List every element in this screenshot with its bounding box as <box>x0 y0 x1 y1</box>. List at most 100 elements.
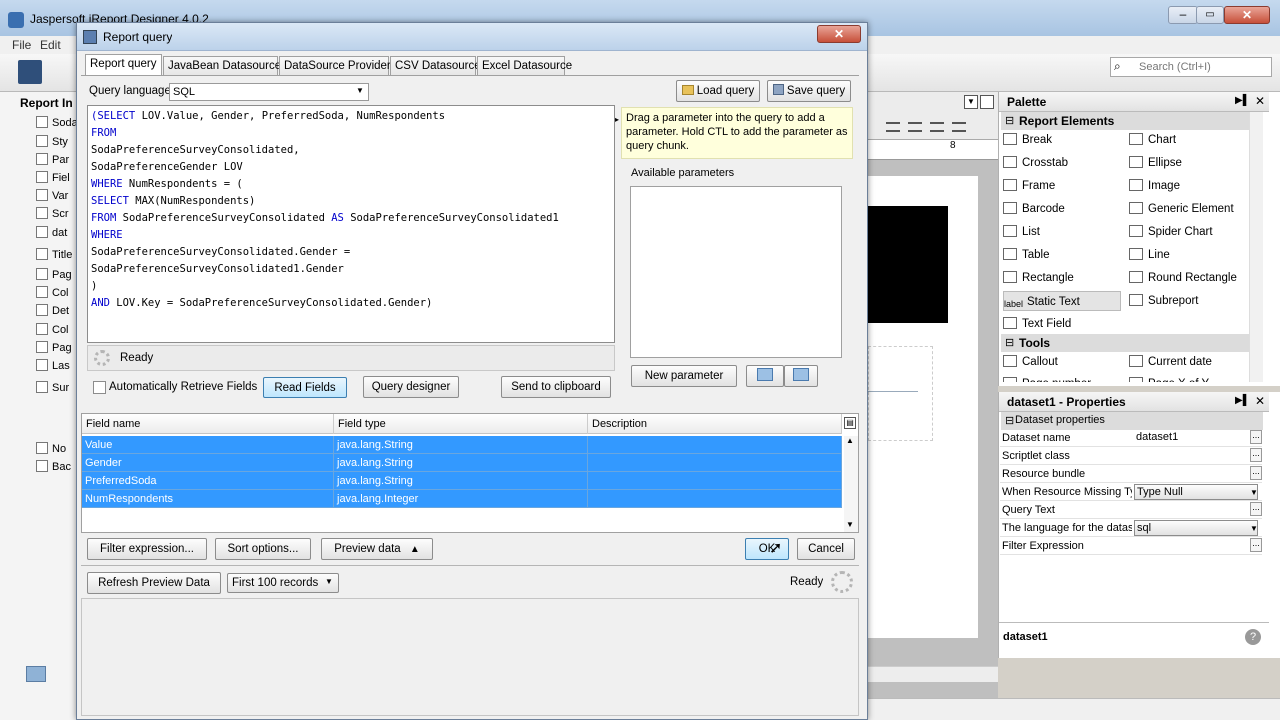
property-value[interactable] <box>1134 538 1246 554</box>
tree-item[interactable]: Scr <box>12 205 69 223</box>
tree-item[interactable]: Fiel <box>12 169 70 187</box>
palette-item[interactable]: Text Field <box>1003 314 1121 334</box>
help-icon[interactable]: ? <box>1245 629 1261 645</box>
ellipsis-button[interactable]: ... <box>1250 430 1262 444</box>
align-justify-icon[interactable] <box>952 122 966 132</box>
palette-item[interactable]: Crosstab <box>1003 153 1121 173</box>
property-value[interactable]: dataset1 <box>1134 430 1246 446</box>
palette-item[interactable]: Barcode <box>1003 199 1121 219</box>
table-row[interactable]: NumRespondents java.lang.Integer <box>82 490 842 508</box>
minimize-button[interactable]: – <box>1168 6 1198 24</box>
tab-1[interactable]: JavaBean Datasource <box>163 56 281 76</box>
property-value[interactable] <box>1134 448 1246 464</box>
remove-parameter-button[interactable] <box>784 365 818 387</box>
palette-tools-header[interactable]: ⊟ Tools <box>1001 334 1249 352</box>
property-row[interactable]: Resource bundle... <box>1000 465 1262 483</box>
palette-item[interactable]: Break <box>1003 130 1121 150</box>
fields-scrollbar[interactable]: ▲ ▼ <box>844 436 858 532</box>
column-description[interactable]: Description <box>588 414 842 434</box>
new-parameter-button[interactable]: New parameter <box>631 365 737 387</box>
query-designer-button[interactable]: Query designer <box>363 376 459 398</box>
app-close-button[interactable]: ✕ <box>1224 6 1270 24</box>
tree-item[interactable]: Pag <box>12 266 72 284</box>
palette-item[interactable]: label Static Text <box>1003 291 1121 311</box>
palette-item[interactable]: Spider Chart <box>1129 222 1247 242</box>
palette-tool[interactable]: Callout <box>1003 352 1121 372</box>
palette-section-header[interactable]: ⊟ Report Elements <box>1001 112 1249 130</box>
palette-tool[interactable]: Page X of Y <box>1129 374 1247 382</box>
property-value[interactable]: sql <box>1134 520 1258 536</box>
menu-edit[interactable]: Edit <box>40 38 61 52</box>
tab-3[interactable]: CSV Datasource <box>390 56 481 76</box>
ellipsis-button[interactable]: ... <box>1250 502 1262 516</box>
tree-item[interactable]: Sty <box>12 133 68 151</box>
palette-close-icon[interactable]: ✕ <box>1255 94 1265 108</box>
palette-tool[interactable]: Current date <box>1129 352 1247 372</box>
ellipsis-button[interactable]: ... <box>1250 448 1262 462</box>
property-value[interactable] <box>1134 502 1246 518</box>
tree-item[interactable]: Bac <box>12 458 71 476</box>
palette-item[interactable]: Generic Element <box>1129 199 1247 219</box>
view-icon[interactable]: ▼ <box>964 95 978 109</box>
property-value[interactable]: Type Null <box>1134 484 1258 500</box>
palette-item[interactable]: Table <box>1003 245 1121 265</box>
align-left-icon[interactable] <box>886 122 900 132</box>
preview-data-button[interactable]: Preview data ▲ <box>321 538 433 560</box>
black-element[interactable] <box>868 206 948 323</box>
align-center-icon[interactable] <box>908 122 922 132</box>
property-row[interactable]: Dataset name dataset1... <box>1000 429 1262 447</box>
ellipsis-button[interactable]: ... <box>1250 466 1262 480</box>
inspector-action-icon[interactable] <box>26 666 46 682</box>
property-row[interactable]: Query Text... <box>1000 501 1262 519</box>
column-field-name[interactable]: Field name <box>82 414 334 434</box>
tree-item[interactable]: dat <box>12 224 67 242</box>
maximize-button[interactable]: ▭ <box>1196 6 1224 24</box>
palette-minimize-icon[interactable]: ▶▌ <box>1235 95 1250 106</box>
table-row[interactable]: PreferredSoda java.lang.String <box>82 472 842 490</box>
refresh-preview-button[interactable]: Refresh Preview Data <box>87 572 221 594</box>
property-value[interactable] <box>1134 466 1246 482</box>
palette-item[interactable]: Frame <box>1003 176 1121 196</box>
property-row[interactable]: Scriptlet class... <box>1000 447 1262 465</box>
cancel-button[interactable]: Cancel <box>797 538 855 560</box>
band-element[interactable] <box>868 346 933 441</box>
menu-file[interactable]: File <box>12 38 31 52</box>
ellipsis-button[interactable]: ... <box>1250 538 1262 552</box>
column-chooser-icon[interactable]: ▤ <box>844 417 856 429</box>
save-query-button[interactable]: Save query <box>767 80 851 102</box>
search-box[interactable]: ⌕ Search (Ctrl+I) <box>1110 57 1272 77</box>
tree-item[interactable]: Var <box>12 187 68 205</box>
table-row[interactable]: Gender java.lang.String <box>82 454 842 472</box>
column-field-type[interactable]: Field type <box>334 414 588 434</box>
tree-item[interactable]: Las <box>12 357 70 375</box>
tree-item[interactable]: Sur <box>12 379 69 397</box>
properties-close-icon[interactable]: ✕ <box>1255 394 1265 408</box>
query-language-select[interactable]: SQL ▼ <box>169 83 369 101</box>
tab-4[interactable]: Excel Datasource <box>477 56 572 76</box>
sql-editor[interactable]: (SELECT LOV.Value, Gender, PreferredSoda… <box>87 105 615 343</box>
dialog-close-button[interactable]: ✕ <box>817 25 861 43</box>
palette-item[interactable]: Image <box>1129 176 1247 196</box>
palette-tool[interactable]: Page number <box>1003 374 1121 382</box>
palette-item[interactable]: Line <box>1129 245 1247 265</box>
properties-minimize-icon[interactable]: ▶▌ <box>1235 395 1250 406</box>
palette-item[interactable]: Rectangle <box>1003 268 1121 288</box>
align-right-icon[interactable] <box>930 122 944 132</box>
palette-scrollbar[interactable] <box>1249 112 1263 382</box>
table-row[interactable]: Value java.lang.String <box>82 436 842 454</box>
palette-item[interactable]: Subreport <box>1129 291 1247 311</box>
tree-item[interactable]: Col <box>12 321 69 339</box>
load-query-button[interactable]: Load query <box>676 80 760 102</box>
property-row[interactable]: When Resource Missing Ty Type Null ▼ <box>1000 483 1262 501</box>
property-row[interactable]: Filter Expression... <box>1000 537 1262 555</box>
records-select[interactable]: First 100 records ▼ <box>227 573 339 593</box>
tree-item[interactable]: Title <box>12 246 72 264</box>
palette-item[interactable]: List <box>1003 222 1121 242</box>
tree-item[interactable]: Col <box>12 284 69 302</box>
add-parameter-button[interactable] <box>746 365 784 387</box>
auto-retrieve-checkbox[interactable] <box>93 381 106 394</box>
sort-options-button[interactable]: Sort options... <box>215 538 311 560</box>
restore-icon[interactable] <box>980 95 994 109</box>
horizontal-scrollbar[interactable] <box>868 666 998 682</box>
tree-item[interactable]: Det <box>12 302 69 320</box>
